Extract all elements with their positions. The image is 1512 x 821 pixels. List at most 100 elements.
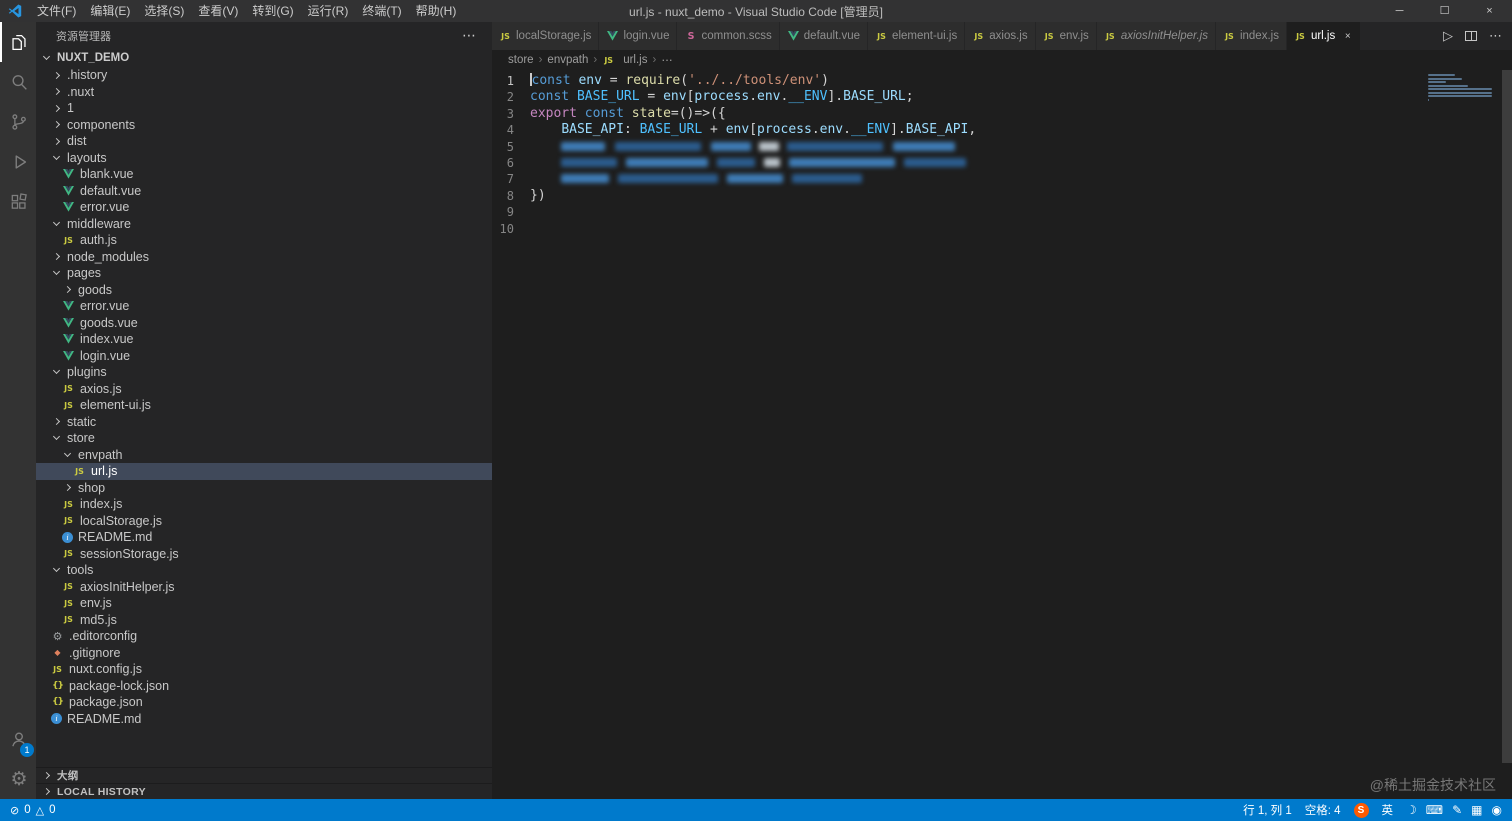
tree-file[interactable]: {} package-lock.json	[36, 678, 492, 695]
tab-axios.js[interactable]: JS axios.js	[965, 22, 1036, 50]
tree-folder[interactable]: .nuxt	[36, 84, 492, 101]
breadcrumb-item[interactable]: envpath	[547, 54, 588, 66]
vscode-window: 文件(F) 编辑(E) 选择(S) 查看(V) 转到(G) 运行(R) 终端(T) 帮助(H)…	[0, 0, 1512, 821]
tree-file[interactable]: JS axiosInitHelper.js	[36, 579, 492, 596]
sidebar-more-actions-icon[interactable]: ⋯	[462, 27, 476, 44]
tab-login.vue[interactable]: login.vue	[599, 22, 678, 50]
tab-env.js[interactable]: JS env.js	[1035, 22, 1097, 50]
tree-file[interactable]: error.vue	[36, 199, 492, 216]
tree-file[interactable]: index.vue	[36, 331, 492, 348]
explorer-sidebar: 资源管理器 ⋯ NUXT_DEMO .history .nuxt 1 componen…	[36, 22, 492, 799]
maximize-button[interactable]: ☐	[1422, 0, 1467, 22]
extensions-icon[interactable]	[0, 182, 36, 222]
tree-file[interactable]: ◆ .gitignore	[36, 645, 492, 662]
tree-file[interactable]: JS nuxt.config.js	[36, 661, 492, 678]
account-icon[interactable]: 1	[0, 719, 36, 759]
minimap[interactable]	[1428, 74, 1498, 109]
tree-file[interactable]: default.vue	[36, 183, 492, 200]
tree-item-label: blank.vue	[80, 167, 134, 182]
tab-default.vue[interactable]: default.vue	[779, 22, 869, 50]
close-tab-icon[interactable]: ×	[1342, 31, 1353, 42]
problems-indicator[interactable]: ⊘ 0 △ 0	[10, 804, 56, 817]
tree-file[interactable]: login.vue	[36, 348, 492, 365]
tree-file[interactable]: JS auth.js	[36, 232, 492, 249]
local-history-section[interactable]: LOCAL HISTORY	[36, 783, 492, 799]
tree-file[interactable]: JS env.js	[36, 595, 492, 612]
minimize-button[interactable]: ─	[1377, 0, 1422, 22]
tab-element-ui.js[interactable]: JS element-ui.js	[868, 22, 966, 50]
tree-folder[interactable]: plugins	[36, 364, 492, 381]
tree-folder[interactable]: pages	[36, 265, 492, 282]
tree-folder[interactable]: components	[36, 117, 492, 134]
run-button[interactable]: ▷	[1443, 28, 1453, 44]
line-number: 7	[506, 172, 514, 187]
tree-folder[interactable]: static	[36, 414, 492, 431]
split-editor-button[interactable]	[1465, 31, 1477, 41]
tree-folder[interactable]: node_modules	[36, 249, 492, 266]
search-icon[interactable]	[0, 62, 36, 102]
breadcrumb-item[interactable]: JS url.js	[602, 54, 647, 67]
tree-folder[interactable]: envpath	[36, 447, 492, 464]
editor-more-actions-button[interactable]: ⋯	[1489, 28, 1502, 44]
ime-mode[interactable]: 英	[1382, 802, 1394, 818]
tree-file[interactable]: JS localStorage.js	[36, 513, 492, 530]
mic-icon[interactable]: ◉	[1492, 803, 1502, 817]
run-debug-icon[interactable]	[0, 142, 36, 182]
menu-item[interactable]: 转到(G)	[245, 0, 300, 22]
menu-item[interactable]: 运行(R)	[301, 0, 356, 22]
menu-item[interactable]: 选择(S)	[137, 0, 191, 22]
menu-item[interactable]: 编辑(E)	[83, 0, 137, 22]
tree-folder[interactable]: .history	[36, 67, 492, 84]
scrollbar-thumb[interactable]	[1502, 70, 1512, 763]
source-control-icon[interactable]	[0, 102, 36, 142]
tab-axiosInitHelper.js[interactable]: JS axiosInitHelper.js	[1096, 22, 1216, 50]
editor-scrollbar[interactable]	[1502, 70, 1512, 799]
tab-url.js[interactable]: JS url.js ×	[1286, 22, 1362, 50]
tree-folder[interactable]: shop	[36, 480, 492, 497]
tree-file[interactable]: JS url.js	[36, 463, 492, 480]
indentation-setting[interactable]: 空格: 4	[1305, 802, 1341, 818]
tree-file[interactable]: i README.md	[36, 529, 492, 546]
tree-folder[interactable]: dist	[36, 133, 492, 150]
tree-file[interactable]: i README.md	[36, 711, 492, 728]
tree-file[interactable]: error.vue	[36, 298, 492, 315]
tree-file[interactable]: {} package.json	[36, 694, 492, 711]
close-button[interactable]: ×	[1467, 0, 1512, 22]
tab-common.scss[interactable]: Scommon.scss	[677, 22, 780, 50]
sogou-input-icon[interactable]: S	[1353, 802, 1369, 818]
tab-index.js[interactable]: JS index.js	[1215, 22, 1287, 50]
breadcrumb-item[interactable]: ⋯	[661, 53, 673, 67]
js-file-icon: JS	[64, 235, 73, 245]
tab-localStorage.js[interactable]: JS localStorage.js	[492, 22, 600, 50]
pen-icon[interactable]: ✎	[1452, 803, 1462, 817]
cursor-position[interactable]: 行 1, 列 1	[1243, 802, 1292, 818]
moon-icon[interactable]: ☽	[1406, 803, 1417, 817]
code-editor[interactable]: 1 const env = require('../../tools/env') 2…	[492, 70, 1512, 799]
tree-folder[interactable]: tools	[36, 562, 492, 579]
chevron-down-icon	[63, 449, 72, 457]
keyboard-icon[interactable]: ⌨	[1426, 803, 1443, 817]
tree-file[interactable]: JS element-ui.js	[36, 397, 492, 414]
tree-file[interactable]: blank.vue	[36, 166, 492, 183]
tree-file[interactable]: JS sessionStorage.js	[36, 546, 492, 563]
tree-folder[interactable]: 1	[36, 100, 492, 117]
settings-icon[interactable]: ⚙	[0, 759, 36, 799]
tree-file[interactable]: JS md5.js	[36, 612, 492, 629]
tree-file[interactable]: JS axios.js	[36, 381, 492, 398]
breadcrumb-item[interactable]: store	[508, 54, 534, 66]
tree-folder[interactable]: middleware	[36, 216, 492, 233]
menu-item[interactable]: 帮助(H)	[409, 0, 464, 22]
tree-file[interactable]: goods.vue	[36, 315, 492, 332]
tree-file[interactable]: JS index.js	[36, 496, 492, 513]
explorer-icon[interactable]	[0, 22, 36, 62]
tree-folder[interactable]: store	[36, 430, 492, 447]
tree-folder[interactable]: layouts	[36, 150, 492, 167]
tree-file[interactable]: ⚙ .editorconfig	[36, 628, 492, 645]
menu-item[interactable]: 终端(T)	[355, 0, 408, 22]
tree-root-folder[interactable]: NUXT_DEMO	[36, 49, 492, 67]
tree-folder[interactable]: goods	[36, 282, 492, 299]
menu-item[interactable]: 文件(F)	[30, 0, 83, 22]
menu-item[interactable]: 查看(V)	[191, 0, 245, 22]
outline-section[interactable]: 大纲	[36, 767, 492, 783]
grid-icon[interactable]: ▦	[1471, 803, 1482, 817]
